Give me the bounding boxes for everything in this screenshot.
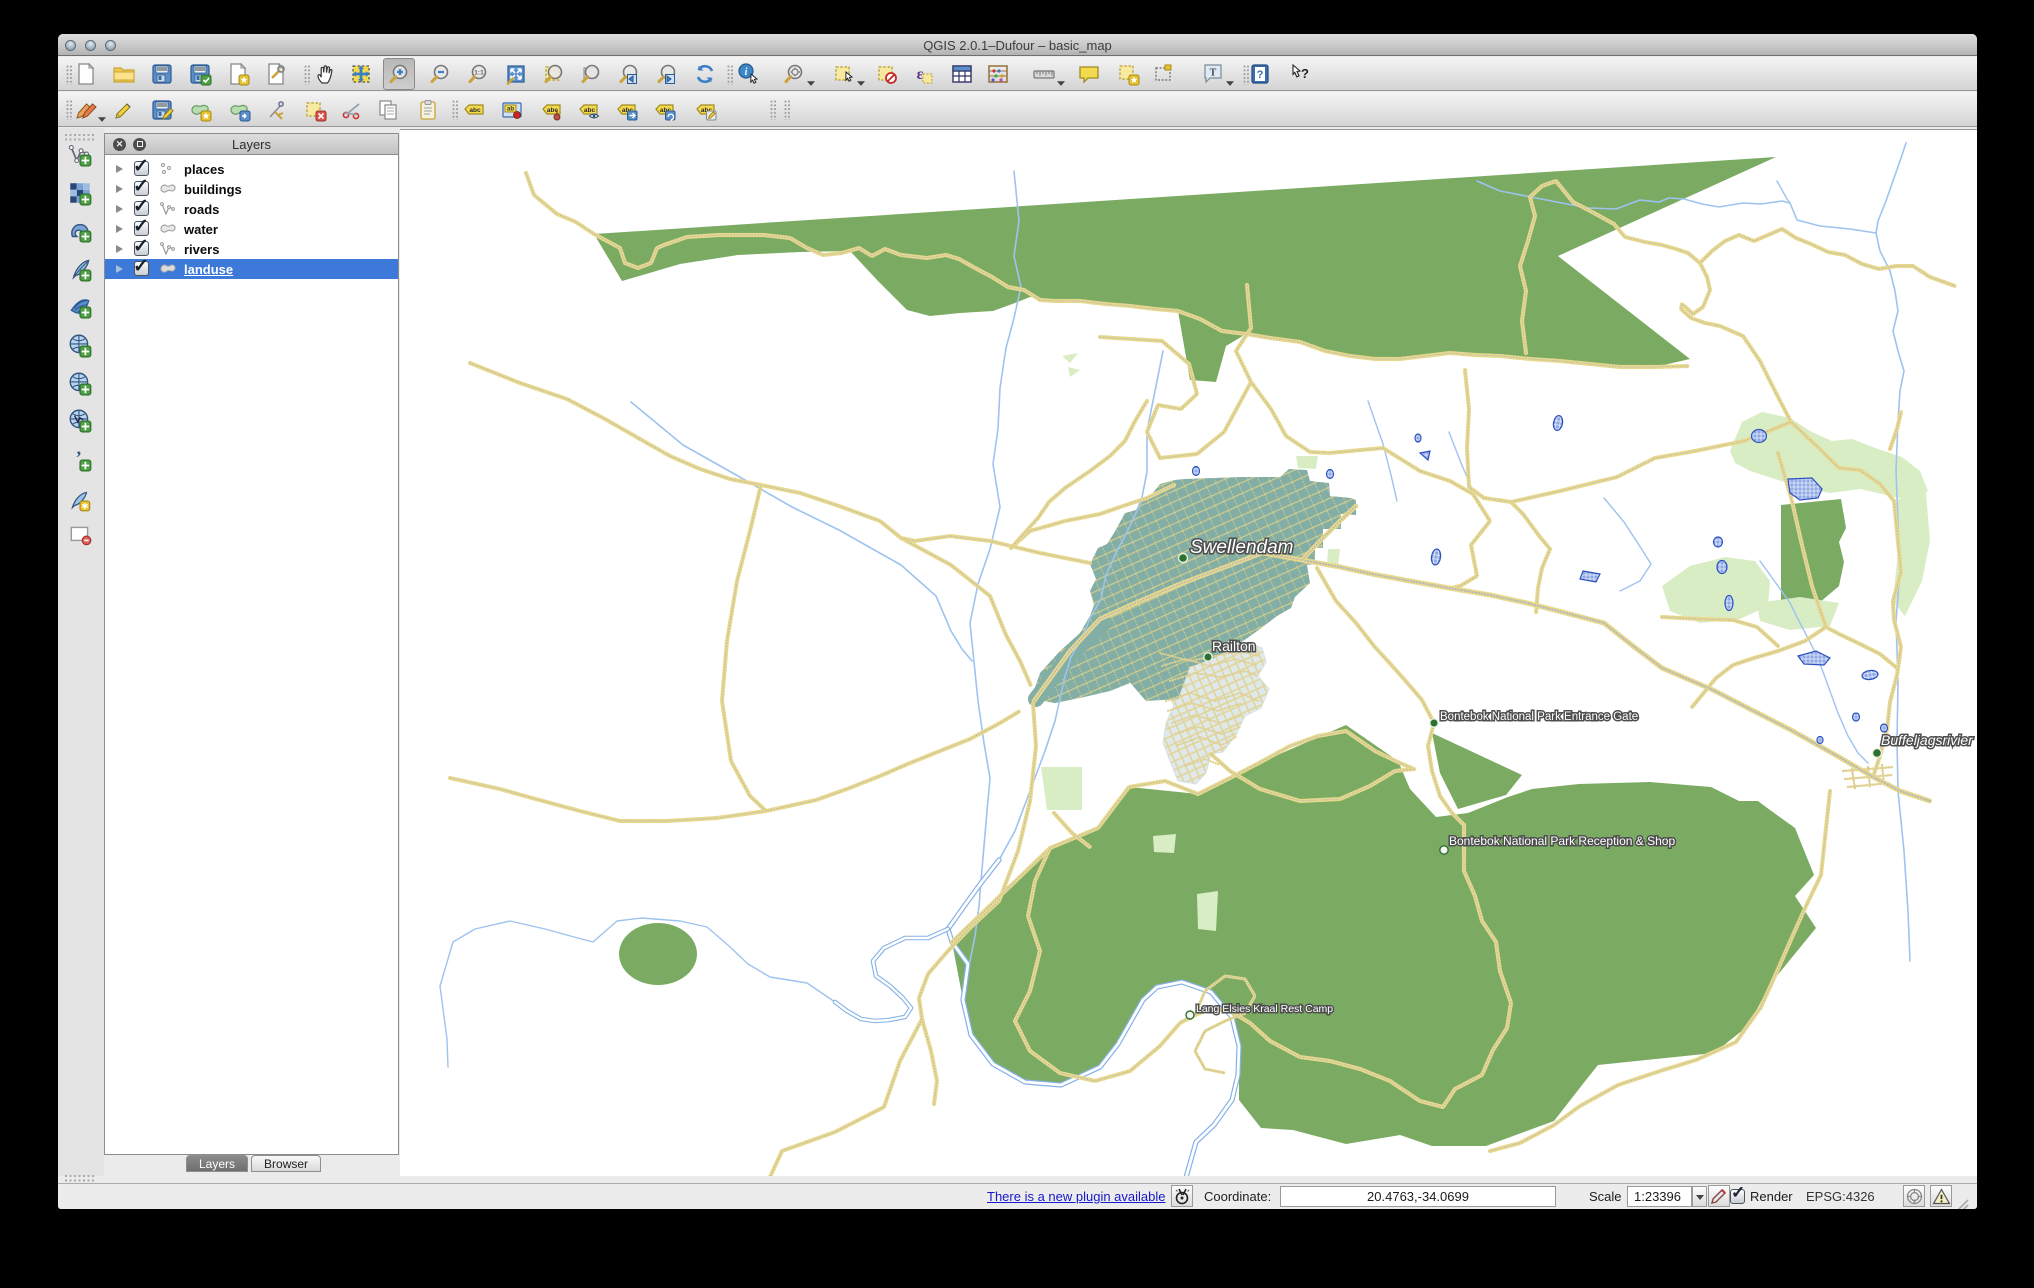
svg-text:Bontebok National Park Entranc: Bontebok National Park Entrance Gate: [1440, 711, 1638, 723]
svg-text:abc: abc: [469, 106, 481, 113]
svg-text:ab: ab: [507, 106, 514, 112]
svg-text:Bontebok National Park Recepti: Bontebok National Park Reception & Shop: [1449, 834, 1675, 848]
svg-text:?: ?: [1301, 66, 1309, 81]
svg-text:T: T: [1210, 68, 1217, 79]
svg-text:Railton: Railton: [1212, 638, 1256, 654]
svg-text:Swellendam: Swellendam: [1190, 537, 1294, 558]
svg-text:i: i: [745, 67, 748, 78]
svg-text:1:1: 1:1: [474, 70, 484, 77]
svg-text:Buffeljagsrivier: Buffeljagsrivier: [1881, 732, 1974, 748]
svg-text:?: ?: [1257, 69, 1264, 81]
svg-text:Lang Elsies Kraal Rest Camp: Lang Elsies Kraal Rest Camp: [1196, 1003, 1333, 1015]
